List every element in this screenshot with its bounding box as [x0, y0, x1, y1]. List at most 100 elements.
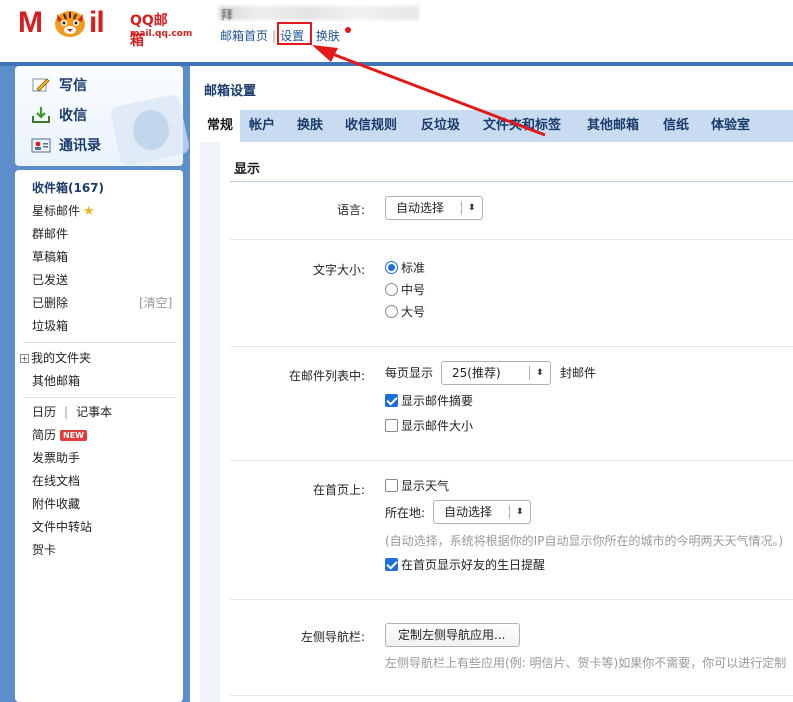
row-divider — [230, 239, 793, 240]
calendar-notes-row: 日历 | 记事本 — [32, 403, 112, 420]
app-file-transfer[interactable]: 文件中转站 — [32, 518, 92, 535]
my-folders-label: 我的文件夹 — [31, 351, 92, 365]
language-select[interactable]: 自动选择 ⬍ — [385, 196, 483, 220]
folder-deleted[interactable]: 已删除 — [32, 294, 68, 311]
star-icon: ★ — [83, 204, 95, 219]
updown-arrow-icon: ⬍ — [516, 507, 524, 517]
location-select-value: 自动选择 — [444, 505, 493, 519]
new-badge: NEW — [60, 430, 87, 441]
left-nav-hint: 左侧导航栏上有些应用(例: 明信片、贺卡等)如果你不需要，你可以进行定制 — [385, 656, 787, 670]
mailbox-home-link[interactable]: 邮箱首页 — [220, 29, 268, 43]
expand-plus-icon[interactable]: + — [20, 354, 29, 363]
folder-group[interactable]: 群邮件 — [32, 225, 68, 242]
birthday-label[interactable]: 在首页显示好友的生日提醒 — [401, 556, 545, 573]
select-divider — [529, 366, 530, 380]
updown-arrow-icon: ⬍ — [468, 203, 476, 213]
pencil-icon — [32, 78, 50, 92]
tab-lab[interactable]: 体验室 — [711, 110, 750, 142]
show-weather-checkbox[interactable] — [385, 479, 398, 492]
show-size-label[interactable]: 显示邮件大小 — [401, 417, 473, 434]
inbox-download-icon — [32, 107, 50, 123]
font-size-label: 文字大小: — [312, 263, 365, 277]
my-folders[interactable]: + 我的文件夹 — [20, 349, 91, 366]
customize-nav-button[interactable]: 定制左侧导航应用... — [385, 623, 520, 647]
tab-folders-labels[interactable]: 文件夹和标签 — [483, 110, 561, 142]
folder-starred[interactable]: 星标邮件 ★ — [32, 202, 95, 219]
contacts-label: 通讯录 — [59, 138, 101, 154]
new-dot-indicator — [345, 27, 351, 33]
birthday-checkbox[interactable] — [385, 558, 398, 571]
folder-spam[interactable]: 垃圾箱 — [32, 317, 68, 334]
font-size-standard-radio[interactable] — [385, 261, 398, 274]
settings-content — [200, 142, 793, 702]
folder-inbox[interactable]: 收件箱(167) — [32, 179, 104, 196]
contacts-button[interactable]: 通讯录 — [31, 133, 101, 157]
tab-skin[interactable]: 换肤 — [297, 110, 323, 142]
font-size-medium-radio[interactable] — [385, 283, 398, 296]
section-divider — [230, 181, 793, 182]
folder-sent[interactable]: 已发送 — [32, 271, 68, 288]
location-hint: (自动选择，系统将根据你的IP自动显示你所在的城市的今明两天天气情况。) — [385, 534, 784, 548]
row-divider — [230, 599, 793, 600]
tab-account[interactable]: 帐户 — [249, 110, 275, 142]
settings-form — [220, 142, 793, 702]
select-divider — [461, 201, 462, 215]
skin-link[interactable]: 换肤 — [316, 29, 340, 43]
settings-tabbar: 常规 帐户 换肤 收信规则 反垃圾 文件夹和标签 其他邮箱 信纸 体验室 — [200, 110, 793, 142]
per-page-select[interactable]: 25(推荐) ⬍ — [441, 361, 551, 385]
compose-button[interactable]: 写信 — [31, 73, 87, 97]
folder-other-mail[interactable]: 其他邮箱 — [32, 372, 80, 389]
app-resume-label: 简历 — [32, 428, 57, 442]
separator: | — [272, 29, 277, 43]
font-size-medium-label[interactable]: 中号 — [401, 281, 425, 298]
folder-drafts[interactable]: 草稿箱 — [32, 248, 68, 265]
logo-subtext: mail.qq.com — [130, 29, 193, 39]
qq-mail-logo[interactable]: M il QQ邮箱 mail.qq.com — [18, 6, 192, 49]
receive-button[interactable]: 收信 — [31, 103, 87, 127]
row-divider — [230, 460, 793, 461]
tab-rules[interactable]: 收信规则 — [345, 110, 397, 142]
sidebar-divider — [23, 397, 177, 398]
tab-other-mail[interactable]: 其他邮箱 — [587, 110, 639, 142]
show-summary-checkbox[interactable] — [385, 394, 398, 407]
app-docs[interactable]: 在线文档 — [32, 472, 80, 489]
clear-deleted-link[interactable]: [清空] — [139, 294, 172, 311]
separator: | — [64, 405, 69, 419]
show-size-checkbox[interactable] — [385, 419, 398, 432]
row-divider — [230, 346, 793, 347]
notes-link[interactable]: 记事本 — [76, 405, 112, 419]
receive-label: 收信 — [59, 108, 87, 124]
font-size-large-radio[interactable] — [385, 305, 398, 318]
page-title: 邮箱设置 — [204, 84, 257, 99]
sidebar-folder-list: 收件箱(167) 星标邮件 ★ 群邮件 草稿箱 已发送 已删除 [清空] 垃圾箱 … — [15, 170, 183, 702]
app-invoice[interactable]: 发票助手 — [32, 449, 80, 466]
tiger-icon — [55, 11, 85, 37]
updown-arrow-icon: ⬍ — [536, 368, 544, 378]
app-resume[interactable]: 简历 NEW — [32, 426, 87, 443]
show-weather-label[interactable]: 显示天气 — [401, 477, 449, 494]
mail-list-label: 在邮件列表中: — [288, 369, 365, 383]
show-summary-label[interactable]: 显示邮件摘要 — [401, 392, 473, 409]
per-page-prefix: 每页显示 — [385, 366, 434, 380]
left-nav-label: 左侧导航栏: — [300, 630, 365, 644]
blurred-username — [219, 6, 419, 20]
contacts-card-icon — [31, 138, 51, 153]
compose-label: 写信 — [59, 78, 87, 94]
font-size-large-label[interactable]: 大号 — [401, 303, 425, 320]
tab-general[interactable]: 常规 — [200, 110, 240, 142]
location-label: 所在地: — [385, 506, 426, 520]
location-select[interactable]: 自动选择 ⬍ — [433, 500, 531, 524]
app-attachments[interactable]: 附件收藏 — [32, 495, 80, 512]
tab-antispam[interactable]: 反垃圾 — [421, 110, 460, 142]
select-divider — [509, 505, 510, 519]
username-first-char: 拜 — [221, 8, 234, 22]
section-title-display: 显示 — [234, 162, 261, 177]
tab-stationery[interactable]: 信纸 — [663, 110, 689, 142]
per-page-suffix: 封邮件 — [560, 366, 597, 380]
app-cards[interactable]: 贺卡 — [32, 541, 56, 558]
calendar-link[interactable]: 日历 — [32, 405, 56, 419]
folder-starred-label: 星标邮件 — [32, 204, 81, 218]
home-label: 在首页上: — [312, 483, 365, 497]
font-size-standard-label[interactable]: 标准 — [401, 259, 425, 276]
penguin-decor-head — [133, 110, 169, 150]
